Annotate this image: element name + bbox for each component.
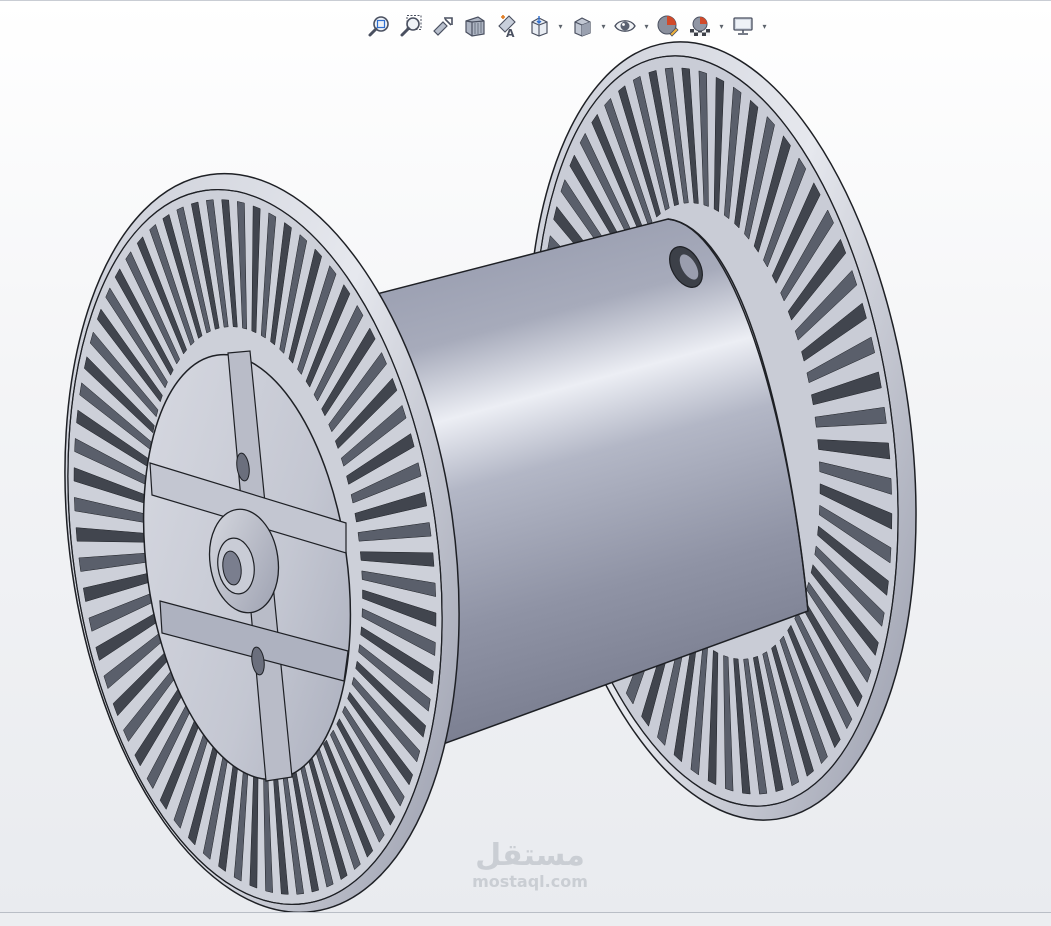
display-style-dropdown-icon[interactable]: ▾ xyxy=(599,11,608,41)
watermark-latin: mostaql.com xyxy=(472,872,588,891)
view-settings-dropdown-icon[interactable]: ▾ xyxy=(760,11,769,41)
view-orientation-dropdown-icon[interactable]: ▾ xyxy=(556,11,565,41)
view-orientation-button[interactable] xyxy=(524,11,554,41)
zoom-to-area-icon xyxy=(400,15,422,37)
display-style-button[interactable] xyxy=(567,11,597,41)
view-orientation-icon xyxy=(531,16,548,37)
apply-scene-dropdown-icon[interactable]: ▾ xyxy=(717,11,726,41)
mostaql-watermark: مستقل mostaql.com xyxy=(455,839,605,891)
zoom-to-fit-icon xyxy=(368,16,389,37)
svg-text:A: A xyxy=(506,27,515,38)
watermark-arabic: مستقل xyxy=(475,838,585,873)
edit-appearance-button[interactable] xyxy=(653,11,683,41)
previous-view-button[interactable] xyxy=(428,11,458,41)
cable-drum-model[interactable] xyxy=(0,1,1051,913)
dynamic-annotation-button[interactable]: A xyxy=(492,11,522,41)
dynamic-annotation-icon: A xyxy=(498,15,516,38)
view-settings-button[interactable] xyxy=(728,11,758,41)
apply-scene-button[interactable] xyxy=(685,11,715,41)
section-view-icon xyxy=(465,16,485,37)
edit-appearance-icon xyxy=(657,15,679,37)
zoom-to-area-button[interactable] xyxy=(396,11,426,41)
hide-show-items-button[interactable] xyxy=(610,11,640,41)
view-settings-icon xyxy=(733,17,753,35)
hide-show-items-dropdown-icon[interactable]: ▾ xyxy=(642,11,651,41)
status-bar xyxy=(0,912,1051,926)
previous-view-icon xyxy=(433,17,453,36)
apply-scene-icon xyxy=(690,16,710,36)
heads-up-view-toolbar: A ▾ ▾ ▾ ▾ ▾ xyxy=(364,9,769,43)
display-style-icon xyxy=(574,17,591,37)
graphics-viewport[interactable]: A ▾ ▾ ▾ ▾ ▾ مستقل mostaql.com xyxy=(0,0,1051,913)
hide-show-items-icon xyxy=(614,20,636,32)
zoom-to-fit-button[interactable] xyxy=(364,11,394,41)
section-view-button[interactable] xyxy=(460,11,490,41)
